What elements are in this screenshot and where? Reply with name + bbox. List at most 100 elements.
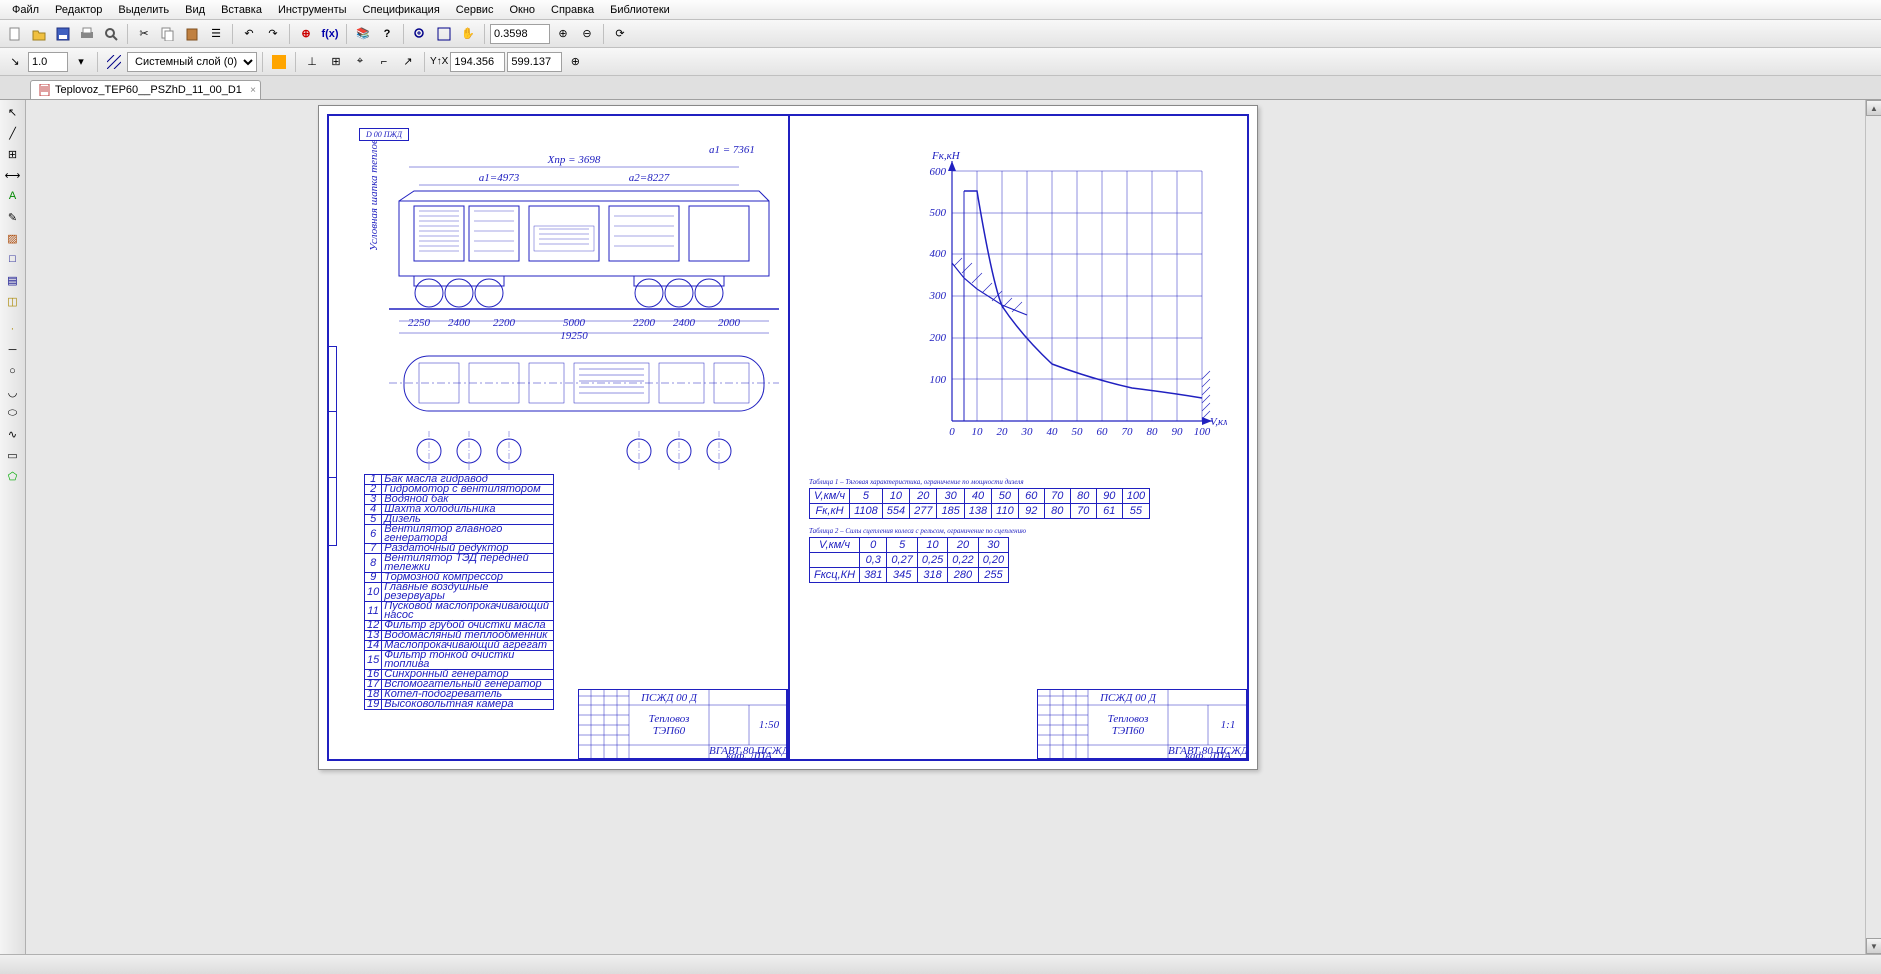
var-icon[interactable]: ⊕ [295,23,317,45]
close-icon[interactable]: × [250,85,256,96]
table2-caption: Таблица 2 – Силы сцепления колеса с рель… [809,527,1235,535]
redo-icon[interactable]: ↷ [262,23,284,45]
seg-icon[interactable]: ─ [3,340,23,360]
scale-input[interactable] [490,24,550,44]
canvas[interactable]: D 00 ПЖД Хпр = 3698 a1 = 7361 a1=4973 a2… [28,100,1865,954]
y-input[interactable] [507,52,562,72]
menu-editor[interactable]: Редактор [47,4,110,16]
undo-icon[interactable]: ↶ [238,23,260,45]
measure-icon[interactable]: ◫ [3,291,23,311]
grid2-icon[interactable]: ⊞ [3,144,23,164]
dd-icon[interactable]: ▾ [70,51,92,73]
help-icon[interactable]: ? [376,23,398,45]
step-icon[interactable]: ↘ [4,51,26,73]
circle-icon[interactable]: ○ [3,361,23,381]
ortho-icon[interactable]: ⊥ [301,51,323,73]
point-icon[interactable]: · [3,319,23,339]
menu-window[interactable]: Окно [501,4,543,16]
snap-icon[interactable]: ⌖ [349,51,371,73]
zoomwin-icon[interactable] [409,23,431,45]
zoomin-icon[interactable]: ⊕ [552,23,574,45]
svg-text:2200: 2200 [633,317,656,329]
svg-text:300: 300 [929,290,947,302]
svg-text:600: 600 [930,166,947,178]
menu-view[interactable]: Вид [177,4,213,16]
table1: V,км/ч5102030405060708090100 Fк,кН110855… [809,488,1150,519]
svg-text:2400: 2400 [448,317,471,329]
svg-text:19250: 19250 [560,330,588,342]
hatch2-icon[interactable]: ▨ [3,228,23,248]
grid-icon[interactable]: ⊞ [325,51,347,73]
binding-field [327,346,337,546]
poly-icon[interactable]: ⬠ [3,466,23,486]
menu-tools[interactable]: Инструменты [270,4,355,16]
param2-icon[interactable]: □ [3,249,23,269]
layer-select[interactable]: Системный слой (0) [127,52,257,72]
menu-select[interactable]: Выделить [110,4,177,16]
fx-icon[interactable]: f(x) [319,23,341,45]
text-icon[interactable]: A [3,186,23,206]
redraw-icon[interactable]: ⟳ [609,23,631,45]
svg-text:500: 500 [930,207,947,219]
svg-text:50: 50 [1072,426,1084,438]
paste-icon[interactable] [181,23,203,45]
props-icon[interactable]: ☰ [205,23,227,45]
open-icon[interactable] [28,23,50,45]
arrow-icon[interactable]: ↖ [3,102,23,122]
lib-icon[interactable]: 📚 [352,23,374,45]
scroll-down-icon[interactable]: ▼ [1866,938,1881,954]
spline-icon[interactable]: ∿ [3,424,23,444]
svg-text:5000: 5000 [563,317,586,329]
drawing-code: D 00 ПЖД [359,128,409,141]
toolbar-status: ↘ ▾ Системный слой (0) ⊥ ⊞ ⌖ ⌐ ↗ Y↑X ⊕ [0,48,1881,76]
param-icon[interactable]: ⌐ [373,51,395,73]
menu-libs[interactable]: Библиотеки [602,4,678,16]
table-icon[interactable]: ▤ [3,270,23,290]
svg-text:100: 100 [930,374,947,386]
scroll-up-icon[interactable]: ▲ [1866,100,1881,116]
parts-list: 1Бак масла гидравод2Гидромотор с вентиля… [364,474,554,710]
drawing-frame: D 00 ПЖД Хпр = 3698 a1 = 7361 a1=4973 a2… [327,114,1249,761]
local-icon[interactable]: ↗ [397,51,419,73]
pan-icon[interactable]: ✋ [457,23,479,45]
ellipse-icon[interactable]: ⬭ [3,403,23,423]
svg-text:a2=8227: a2=8227 [629,172,670,184]
copy-icon[interactable] [157,23,179,45]
vscrollbar[interactable]: ▲ ▼ [1865,100,1881,954]
menu-help[interactable]: Справка [543,4,602,16]
new-icon[interactable] [4,23,26,45]
menu-service[interactable]: Сервис [448,4,502,16]
x-input[interactable] [450,52,505,72]
svg-text:Тепловоз: Тепловоз [649,713,690,725]
dim-icon[interactable]: ⟷ [3,165,23,185]
color-icon[interactable] [268,51,290,73]
arc-icon[interactable]: ◡ [3,382,23,402]
data-tables: Таблица 1 – Тяговая характеристика, огра… [809,478,1235,583]
svg-text:2400: 2400 [673,317,696,329]
preview-icon[interactable] [100,23,122,45]
table2: V,км/ч05102030 0,30,270,250,220,20 Fксц,… [809,537,1009,583]
svg-text:ПСЖД 00 Д: ПСЖД 00 Д [1099,692,1157,704]
svg-text:60: 60 [1097,426,1109,438]
zoom-input[interactable] [28,52,68,72]
svg-text:20: 20 [997,426,1009,438]
edit-icon[interactable]: ✎ [3,207,23,227]
save-icon[interactable] [52,23,74,45]
menu-spec[interactable]: Спецификация [355,4,448,16]
menubar: Файл Редактор Выделить Вид Вставка Инстр… [0,0,1881,20]
hatch-icon[interactable] [103,51,125,73]
tabbar: Teplovoz_TEP60__PSZhD_11_00_D1 × [0,76,1881,100]
zoomout-icon[interactable]: ⊖ [576,23,598,45]
statusbar [0,954,1881,974]
coord-icon[interactable]: ⊕ [564,51,586,73]
zoomall-icon[interactable] [433,23,455,45]
document-tab[interactable]: Teplovoz_TEP60__PSZhD_11_00_D1 × [30,80,261,99]
cut-icon[interactable]: ✂ [133,23,155,45]
tab-label: Teplovoz_TEP60__PSZhD_11_00_D1 [55,84,242,96]
svg-text:каф. ЛПА: каф. ЛПА [726,750,772,760]
line-icon[interactable]: ╱ [3,123,23,143]
menu-file[interactable]: Файл [4,4,47,16]
print-icon[interactable] [76,23,98,45]
menu-insert[interactable]: Вставка [213,4,270,16]
rect-icon[interactable]: ▭ [3,445,23,465]
